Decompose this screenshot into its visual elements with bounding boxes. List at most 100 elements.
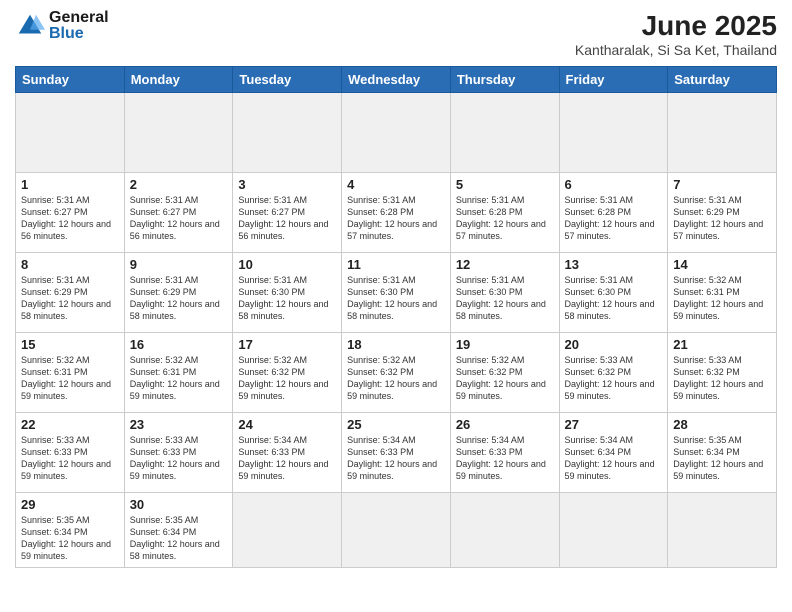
day-info: Sunrise: 5:31 AMSunset: 6:27 PMDaylight:…	[130, 194, 228, 243]
day-number: 8	[21, 257, 119, 272]
table-row: 6Sunrise: 5:31 AMSunset: 6:28 PMDaylight…	[559, 173, 668, 253]
table-row	[342, 493, 451, 568]
table-row: 23 Sunrise: 5:33 AMSunset: 6:33 PMDayligh…	[124, 413, 233, 493]
day-number: 17	[238, 337, 336, 352]
page: General Blue June 2025 Kantharalak, Si S…	[0, 0, 792, 612]
header-saturday: Saturday	[668, 67, 777, 93]
table-row: 11 Sunrise: 5:31 AMSunset: 6:30 PMDayligh…	[342, 253, 451, 333]
table-row: 10 Sunrise: 5:31 AMSunset: 6:30 PMDayligh…	[233, 253, 342, 333]
table-row: 19Sunrise: 5:32 AMSunset: 6:32 PMDayligh…	[450, 333, 559, 413]
calendar: Sunday Monday Tuesday Wednesday Thursday…	[15, 66, 777, 568]
day-number: 10	[238, 257, 336, 272]
day-number: 7	[673, 177, 771, 192]
day-number: 16	[130, 337, 228, 352]
day-info: Sunrise: 5:34 AMSunset: 6:33 PMDaylight:…	[456, 434, 554, 483]
header-monday: Monday	[124, 67, 233, 93]
table-row: 13Sunrise: 5:31 AMSunset: 6:30 PMDayligh…	[559, 253, 668, 333]
table-row	[668, 93, 777, 173]
table-row: 22 Sunrise: 5:33 AMSunset: 6:33 PMDayligh…	[16, 413, 125, 493]
day-number: 30	[130, 497, 228, 512]
day-number: 3	[238, 177, 336, 192]
day-number: 15	[21, 337, 119, 352]
day-number: 25	[347, 417, 445, 432]
day-info: Sunrise: 5:34 AMSunset: 6:33 PMDaylight:…	[347, 434, 445, 483]
day-number: 19	[456, 337, 554, 352]
day-number: 29	[21, 497, 119, 512]
table-row	[124, 93, 233, 173]
table-row	[233, 493, 342, 568]
table-row: 29 Sunrise: 5:35 AMSunset: 6:34 PMDayligh…	[16, 493, 125, 568]
day-info: Sunrise: 5:31 AMSunset: 6:28 PMDaylight:…	[347, 194, 445, 243]
header-wednesday: Wednesday	[342, 67, 451, 93]
table-row: 5Sunrise: 5:31 AMSunset: 6:28 PMDaylight…	[450, 173, 559, 253]
day-number: 18	[347, 337, 445, 352]
day-info: Sunrise: 5:35 AMSunset: 6:34 PMDaylight:…	[130, 514, 228, 563]
day-number: 14	[673, 257, 771, 272]
day-number: 1	[21, 177, 119, 192]
header-row: Sunday Monday Tuesday Wednesday Thursday…	[16, 67, 777, 93]
table-row: 27 Sunrise: 5:34 AMSunset: 6:34 PMDayligh…	[559, 413, 668, 493]
day-number: 21	[673, 337, 771, 352]
header-sunday: Sunday	[16, 67, 125, 93]
day-info: Sunrise: 5:34 AMSunset: 6:33 PMDaylight:…	[238, 434, 336, 483]
day-number: 22	[21, 417, 119, 432]
day-info: Sunrise: 5:31 AMSunset: 6:28 PMDaylight:…	[456, 194, 554, 243]
day-info: Sunrise: 5:31 AMSunset: 6:30 PMDaylight:…	[456, 274, 554, 323]
day-number: 24	[238, 417, 336, 432]
day-info: Sunrise: 5:31 AMSunset: 6:27 PMDaylight:…	[238, 194, 336, 243]
header-tuesday: Tuesday	[233, 67, 342, 93]
day-info: Sunrise: 5:34 AMSunset: 6:34 PMDaylight:…	[565, 434, 663, 483]
table-row: 15 Sunrise: 5:32 AMSunset: 6:31 PMDayligh…	[16, 333, 125, 413]
day-number: 27	[565, 417, 663, 432]
location: Kantharalak, Si Sa Ket, Thailand	[575, 42, 777, 58]
title-section: June 2025 Kantharalak, Si Sa Ket, Thaila…	[575, 10, 777, 58]
day-number: 9	[130, 257, 228, 272]
table-row	[559, 93, 668, 173]
day-info: Sunrise: 5:33 AMSunset: 6:33 PMDaylight:…	[130, 434, 228, 483]
day-info: Sunrise: 5:31 AMSunset: 6:29 PMDaylight:…	[21, 274, 119, 323]
table-row: 9 Sunrise: 5:31 AMSunset: 6:29 PMDaylight…	[124, 253, 233, 333]
day-info: Sunrise: 5:31 AMSunset: 6:28 PMDaylight:…	[565, 194, 663, 243]
table-row: 20 Sunrise: 5:33 AMSunset: 6:32 PMDayligh…	[559, 333, 668, 413]
day-number: 26	[456, 417, 554, 432]
day-number: 23	[130, 417, 228, 432]
day-info: Sunrise: 5:31 AMSunset: 6:27 PMDaylight:…	[21, 194, 119, 243]
day-info: Sunrise: 5:32 AMSunset: 6:31 PMDaylight:…	[130, 354, 228, 403]
logo-icon	[15, 11, 45, 41]
table-row	[668, 493, 777, 568]
day-info: Sunrise: 5:32 AMSunset: 6:32 PMDaylight:…	[347, 354, 445, 403]
table-row: 7 Sunrise: 5:31 AMSunset: 6:29 PMDaylight…	[668, 173, 777, 253]
day-info: Sunrise: 5:31 AMSunset: 6:30 PMDaylight:…	[565, 274, 663, 323]
day-info: Sunrise: 5:31 AMSunset: 6:29 PMDaylight:…	[130, 274, 228, 323]
day-info: Sunrise: 5:31 AMSunset: 6:30 PMDaylight:…	[347, 274, 445, 323]
table-row: 1 Sunrise: 5:31 AMSunset: 6:27 PMDaylight…	[16, 173, 125, 253]
table-row: 8 Sunrise: 5:31 AMSunset: 6:29 PMDaylight…	[16, 253, 125, 333]
day-number: 20	[565, 337, 663, 352]
table-row: 16 Sunrise: 5:32 AMSunset: 6:31 PMDayligh…	[124, 333, 233, 413]
table-row: 18 Sunrise: 5:32 AMSunset: 6:32 PMDayligh…	[342, 333, 451, 413]
table-row: 24 Sunrise: 5:34 AMSunset: 6:33 PMDayligh…	[233, 413, 342, 493]
day-info: Sunrise: 5:32 AMSunset: 6:31 PMDaylight:…	[21, 354, 119, 403]
day-info: Sunrise: 5:33 AMSunset: 6:32 PMDaylight:…	[673, 354, 771, 403]
day-info: Sunrise: 5:31 AMSunset: 6:29 PMDaylight:…	[673, 194, 771, 243]
logo-text: General Blue	[49, 10, 109, 42]
table-row	[450, 493, 559, 568]
day-number: 2	[130, 177, 228, 192]
header: General Blue June 2025 Kantharalak, Si S…	[15, 10, 777, 58]
table-row: 2 Sunrise: 5:31 AMSunset: 6:27 PMDaylight…	[124, 173, 233, 253]
header-friday: Friday	[559, 67, 668, 93]
day-info: Sunrise: 5:35 AMSunset: 6:34 PMDaylight:…	[21, 514, 119, 563]
month-title: June 2025	[575, 10, 777, 42]
header-thursday: Thursday	[450, 67, 559, 93]
table-row: 12 Sunrise: 5:31 AMSunset: 6:30 PMDayligh…	[450, 253, 559, 333]
day-number: 11	[347, 257, 445, 272]
day-info: Sunrise: 5:31 AMSunset: 6:30 PMDaylight:…	[238, 274, 336, 323]
day-number: 4	[347, 177, 445, 192]
day-number: 12	[456, 257, 554, 272]
table-row: 26 Sunrise: 5:34 AMSunset: 6:33 PMDayligh…	[450, 413, 559, 493]
logo: General Blue	[15, 10, 109, 42]
day-info: Sunrise: 5:33 AMSunset: 6:32 PMDaylight:…	[565, 354, 663, 403]
day-info: Sunrise: 5:32 AMSunset: 6:32 PMDaylight:…	[238, 354, 336, 403]
day-info: Sunrise: 5:33 AMSunset: 6:33 PMDaylight:…	[21, 434, 119, 483]
table-row: 28Sunrise: 5:35 AMSunset: 6:34 PMDayligh…	[668, 413, 777, 493]
